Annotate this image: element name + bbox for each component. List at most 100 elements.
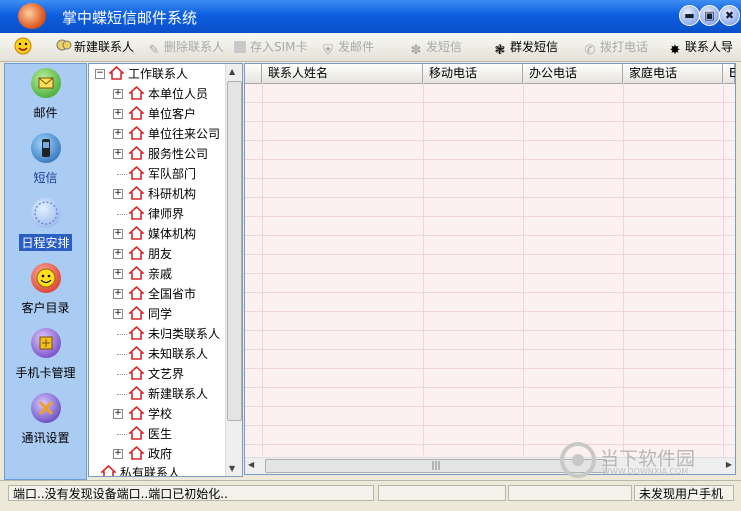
contact-grid[interactable]: 联系人姓名 移动电话 办公电话 家庭电话 E ◀ ||| ▶ (244, 63, 736, 475)
tree-item-label: 本单位人员 (148, 87, 209, 101)
expand-icon[interactable]: + (113, 269, 123, 279)
window-title: 掌中蝶短信邮件系统 (62, 9, 198, 27)
new-contact-button[interactable]: 新建联系人 (56, 37, 134, 57)
expand-icon[interactable]: + (113, 309, 123, 319)
tree-item[interactable]: + 单位客户 (113, 104, 196, 124)
expand-icon[interactable]: + (113, 289, 123, 299)
tree-root-private[interactable]: 私有联系人 (95, 463, 181, 477)
expand-icon[interactable]: + (113, 409, 123, 419)
tree-item[interactable]: 医生 (113, 424, 172, 444)
expand-icon[interactable]: + (113, 229, 123, 239)
delete-contact-button[interactable]: ✎ 删除联系人 (146, 37, 224, 58)
close-button[interactable]: ✖ (719, 5, 740, 26)
status-bar: 端口..没有发现设备端口..端口已初始化.. 未发现用户手机 (0, 480, 741, 511)
tree-scroll-thumb[interactable] (227, 81, 242, 421)
house-icon (129, 286, 144, 300)
contact-import-button[interactable]: ✸ 联系人导 (667, 37, 733, 58)
tree-item-label: 新建联系人 (148, 387, 209, 401)
expand-icon[interactable]: + (113, 89, 123, 99)
house-icon (129, 326, 144, 340)
tree-item[interactable]: 未归类联系人 (113, 324, 220, 344)
tree-connector (117, 174, 127, 175)
grid-col-line (423, 83, 424, 455)
send-mail-label: 发邮件 (338, 40, 375, 54)
dial-button[interactable]: ✆ 拨打电话 (582, 37, 648, 58)
restore-button[interactable]: ▣ (699, 5, 720, 26)
house-icon (129, 86, 144, 100)
mail-icon (30, 68, 61, 98)
house-icon (129, 366, 144, 380)
sidebar-item-sms[interactable]: 短信 (5, 133, 86, 186)
expand-icon[interactable]: + (113, 109, 123, 119)
expand-icon[interactable]: + (113, 149, 123, 159)
scroll-left-icon[interactable]: ◀ (248, 460, 254, 469)
status-port: 端口..没有发现设备端口..端口已初始化.. (8, 485, 374, 501)
sidebar-item-simcard[interactable]: 手机卡管理 (5, 328, 86, 381)
sidebar-item-customers[interactable]: 客户目录 (5, 263, 86, 316)
sidebar-item-mail[interactable]: 邮件 (5, 68, 86, 121)
tree-item[interactable]: 未知联系人 (113, 344, 208, 364)
status-user: 未发现用户手机 (634, 485, 734, 501)
house-icon (129, 266, 144, 280)
tree-item[interactable]: 律师界 (113, 204, 184, 224)
minimize-button[interactable]: ▬ (679, 5, 700, 26)
tree-item[interactable]: + 单位往来公司 (113, 124, 220, 144)
bulk-sms-button[interactable]: ❃ 群发短信 (492, 37, 558, 58)
tree-item[interactable]: + 服务性公司 (113, 144, 208, 164)
tree-item[interactable]: + 本单位人员 (113, 84, 208, 104)
save-sim-label: 存入SIM卡 (250, 40, 308, 54)
send-mail-button[interactable]: ⛨ 发邮件 (320, 37, 375, 58)
contact-group-tree[interactable]: − 工作联系人 + 本单位人员 + 单位客户 + 单位往来公司 + 服务性公司 军队部门 + 科研机… (88, 63, 243, 477)
sidebar-label-simcard: 手机卡管理 (15, 366, 76, 380)
expand-icon[interactable]: + (113, 129, 123, 139)
tree-item[interactable]: 文艺界 (113, 364, 184, 384)
grid-row-line (245, 273, 735, 274)
tree-item-label: 律师界 (148, 207, 185, 221)
collapse-icon[interactable]: − (95, 69, 105, 79)
expand-icon[interactable]: + (113, 249, 123, 259)
col-home-phone[interactable]: 家庭电话 (623, 64, 723, 83)
app-window: 掌中蝶短信邮件系统 ▬ ▣ ✖ 新建联系人 ✎ 删除联系人 存入SIM卡 ⛨ 发邮件 (0, 0, 741, 511)
tree-item-label: 朋友 (148, 247, 173, 261)
col-office-phone[interactable]: 办公电话 (523, 64, 623, 83)
tree-root-work[interactable]: − 工作联系人 (95, 64, 188, 84)
tree-connector (117, 434, 127, 435)
col-mobile[interactable]: 移动电话 (423, 64, 523, 83)
tree-item[interactable]: + 学校 (113, 404, 172, 424)
tree-item[interactable]: 新建联系人 (113, 384, 208, 404)
tree-item[interactable]: + 同学 (113, 304, 172, 324)
tree-item[interactable]: + 全国省市 (113, 284, 196, 304)
tree-private-label: 私有联系人 (120, 466, 181, 477)
tree-item[interactable]: + 朋友 (113, 244, 172, 264)
grid-row-line (245, 102, 735, 103)
tree-item[interactable]: + 科研机构 (113, 184, 196, 204)
send-sms-button[interactable]: ✽ 发短信 (408, 37, 462, 58)
save-sim-button[interactable]: 存入SIM卡 (232, 37, 308, 57)
tree-connector (117, 354, 127, 355)
smiley-toolbar-button[interactable] (14, 37, 32, 57)
toolbar: 新建联系人 ✎ 删除联系人 存入SIM卡 ⛨ 发邮件 ✽ 发短信 ❃ 群发短信 ✆ 拨打电… (0, 33, 741, 62)
tree-item[interactable]: + 政府 (113, 444, 172, 464)
expand-icon[interactable]: + (113, 449, 123, 459)
tree-item-label: 未归类联系人 (148, 327, 221, 341)
tree-vertical-scrollbar[interactable]: ▲ ▼ (225, 64, 242, 476)
col-name[interactable]: 联系人姓名 (262, 64, 423, 83)
scroll-up-icon[interactable]: ▲ (229, 67, 235, 76)
sidebar-item-schedule[interactable]: 日程安排 (5, 198, 86, 251)
tree-item-label: 亲戚 (148, 267, 173, 281)
col-email[interactable]: E (723, 64, 735, 83)
tree-item[interactable]: 军队部门 (113, 164, 196, 184)
sidebar-item-settings[interactable]: 通讯设置 (5, 393, 86, 446)
tree-item-label: 同学 (148, 307, 173, 321)
grid-row-line (245, 387, 735, 388)
title-bar[interactable]: 掌中蝶短信邮件系统 ▬ ▣ ✖ (0, 0, 741, 33)
grid-col-line (723, 83, 724, 455)
sidebar-label-mail: 邮件 (33, 106, 58, 120)
smiley-icon (14, 37, 32, 55)
expand-icon[interactable]: + (113, 189, 123, 199)
scroll-down-icon[interactable]: ▼ (229, 464, 235, 473)
tree-item[interactable]: + 媒体机构 (113, 224, 196, 244)
tree-item[interactable]: + 亲戚 (113, 264, 172, 284)
grid-scroll-thumb[interactable]: ||| (265, 459, 607, 473)
grid-row-line (245, 292, 735, 293)
